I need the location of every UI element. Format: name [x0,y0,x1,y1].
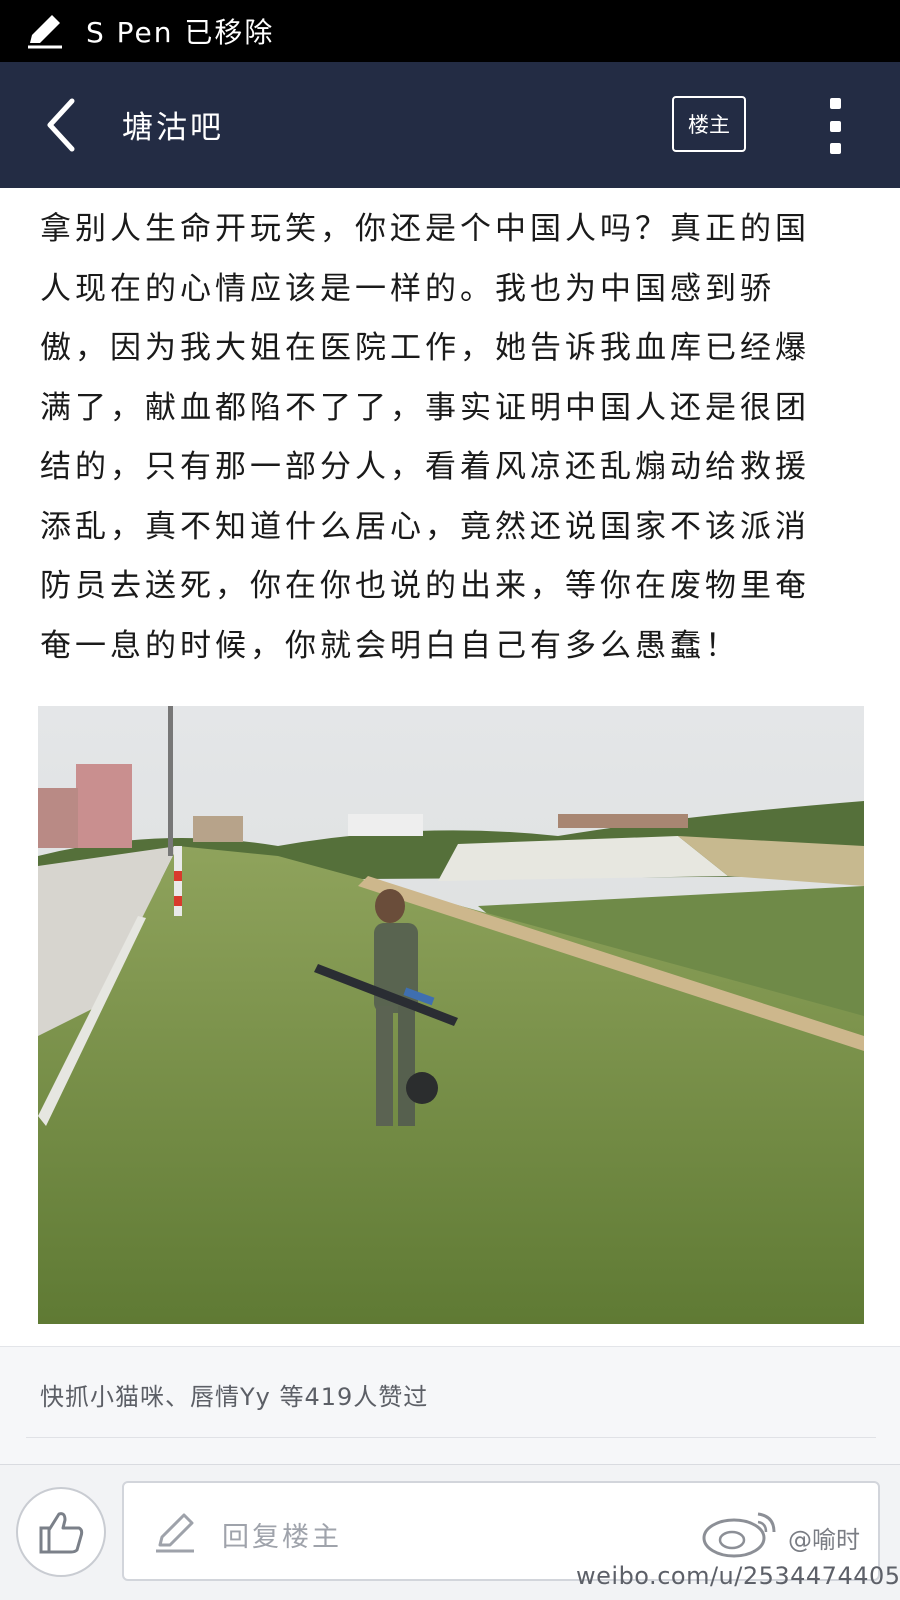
more-vertical-icon [829,98,841,109]
post-line: 傲，因为我大姐在医院工作，她告诉我血库已经爆 [40,330,810,366]
post-line: 防员去送死，你在你也说的出来，等你在废物里奄 [40,568,810,604]
thumbs-up-icon [39,1512,84,1554]
likes-text[interactable]: 快抓小猫咪、唇情Yy 等419人赞过 [40,1377,428,1412]
nav-bar: 塘沽吧 楼主 [0,62,900,188]
reply-placeholder: 回复楼主 [222,1522,342,1553]
page-title: 塘沽吧 [122,110,224,146]
chevron-left-icon [47,98,75,152]
pencil-icon [156,1513,194,1553]
watermark-handle: @喻时 [788,1526,860,1554]
weibo-logo-icon [702,1512,776,1558]
post-line: 人现在的心情应该是一样的。我也为中国感到骄 [40,270,775,307]
post-body: 拿别人生命开玩笑，你还是个中国人吗？真正的国 人现在的心情应该是一样的。我也为中… [40,200,870,676]
pen-icon [28,15,62,49]
divider [26,1437,876,1438]
watermark-url: weibo.com/u/2534474405 [576,1562,900,1590]
status-text: S Pen 已移除 [86,16,275,49]
likes-section: 快抓小猫咪、唇情Yy 等419人赞过 [0,1346,900,1464]
post-line: 满了，献血都陷不了了，事实证明中国人还是很团 [40,389,810,426]
post-line: 结的，只有那一部分人，看着风凉还乱煽动给救援 [40,449,810,485]
post-line: 拿别人生命开玩笑，你还是个中国人吗？真正的国 [40,211,810,247]
status-bar: S Pen 已移除 [0,0,900,62]
like-button[interactable] [16,1487,106,1577]
post-photo[interactable] [38,706,864,1324]
owner-only-button[interactable]: 楼主 [672,96,746,152]
post-line: 奄一息的时候，你就会明白自己有多么愚蠢！ [40,627,740,664]
post-line: 添乱，真不知道什么居心，竟然还说国家不该派消 [40,508,810,545]
photo-illustration [38,706,864,1324]
more-options-button[interactable] [820,98,850,154]
back-button[interactable] [36,92,86,158]
